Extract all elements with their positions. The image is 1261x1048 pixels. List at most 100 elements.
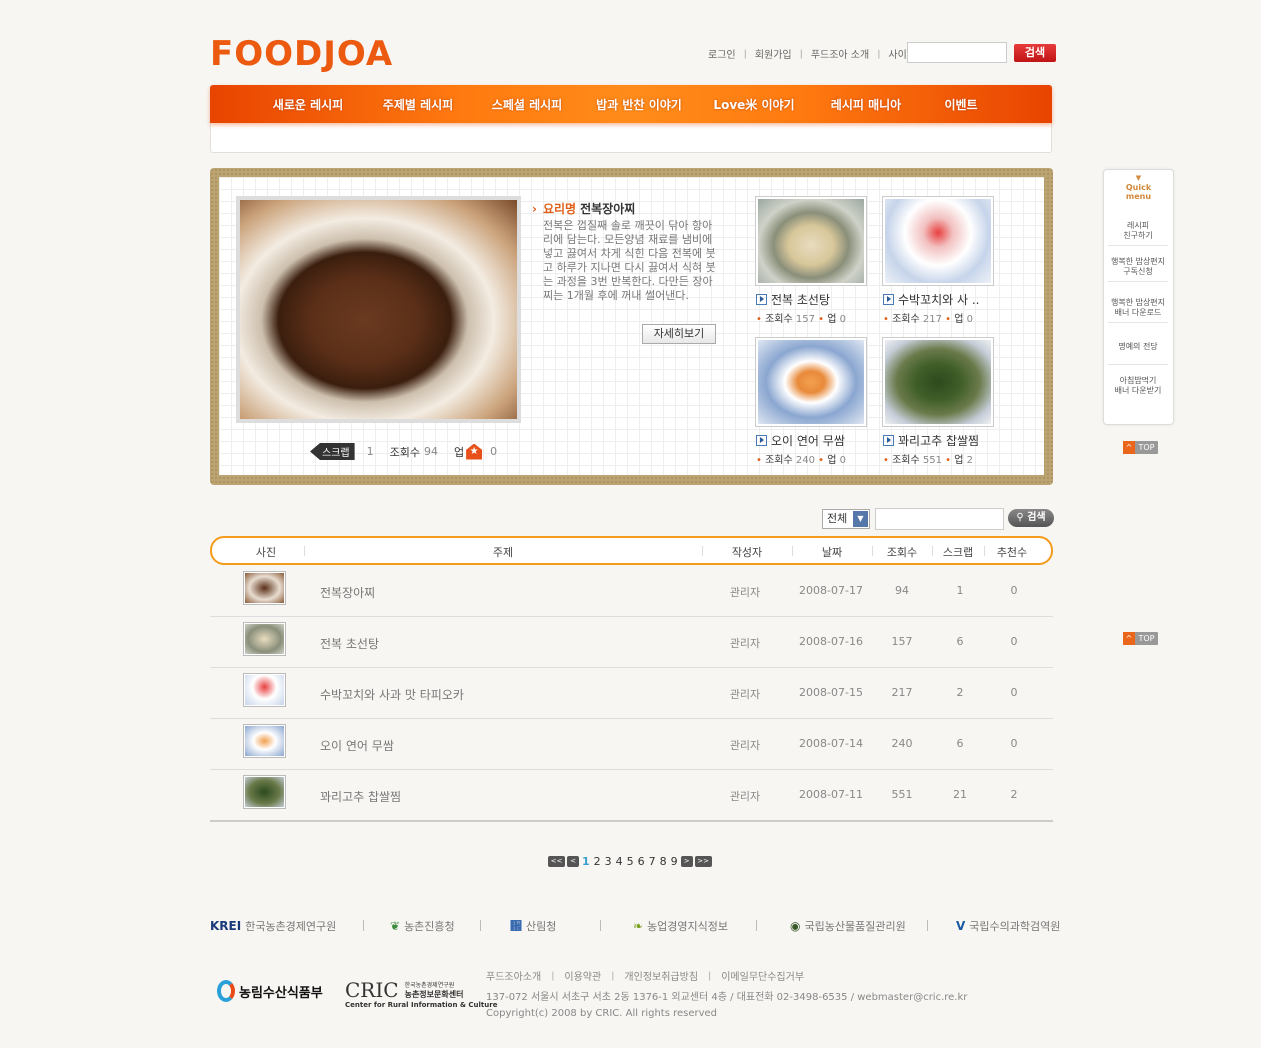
nav-item-event[interactable]: 이벤트 xyxy=(936,96,986,113)
thumb-title[interactable]: 전복 초선탕 xyxy=(756,291,830,308)
thumb-photo[interactable] xyxy=(882,337,994,427)
row-recommend: 2 xyxy=(1010,788,1018,801)
page-link[interactable]: 1 xyxy=(581,855,591,868)
thumb-photo[interactable] xyxy=(755,337,867,427)
row-views: 240 xyxy=(891,737,913,750)
category-select[interactable]: 전체 ▼ xyxy=(822,509,870,529)
prev-page-icon[interactable]: < xyxy=(567,856,579,867)
mountain-icon: ᨜ xyxy=(510,919,522,933)
list-search-button[interactable]: ⚲ 검색 xyxy=(1008,509,1054,527)
page-link[interactable]: 7 xyxy=(648,855,657,868)
header-search-input[interactable] xyxy=(907,42,1007,63)
table-row[interactable]: 수박꼬치와 사과 맛 타피오카 관리자 2008-07-15 217 2 0 xyxy=(210,668,1053,719)
row-thumbnail[interactable] xyxy=(243,724,286,758)
about-link[interactable]: 푸드조아 소개 xyxy=(811,46,869,61)
row-views: 217 xyxy=(891,686,913,699)
table-row[interactable]: 꽈리고추 찹쌀찜 관리자 2008-07-11 551 21 2 xyxy=(210,770,1053,821)
partner-agrinet[interactable]: ❧ 농업경영지식정보 xyxy=(633,918,728,934)
row-recommend: 0 xyxy=(1010,635,1018,648)
thumb-title[interactable]: 오이 연어 무쌈 xyxy=(756,432,845,449)
footer-link-privacy[interactable]: 개인정보취급방침 xyxy=(624,968,698,983)
row-scrap: 21 xyxy=(953,788,967,801)
thumb-stats: • 조회수 217 • 업 0 xyxy=(883,314,973,325)
cric-logo: CRIC 한국농촌경제연구원 농촌정보문화센터 Center for Rural … xyxy=(345,978,498,1009)
row-subject[interactable]: 수박꼬치와 사과 맛 타피오카 xyxy=(320,686,464,703)
row-subject[interactable]: 전복장아찌 xyxy=(320,584,375,601)
partner-forest[interactable]: ᨜ 산림청 xyxy=(510,918,556,934)
partner-krei[interactable]: KREI 한국농촌경제연구원 xyxy=(210,918,336,934)
page-link[interactable]: 9 xyxy=(670,855,679,868)
top-button[interactable]: ^ TOP xyxy=(1123,632,1158,645)
page-link[interactable]: 5 xyxy=(626,855,635,868)
row-subject[interactable]: 꽈리고추 찹쌀찜 xyxy=(320,788,401,805)
footer-link-terms[interactable]: 이용약관 xyxy=(564,968,601,983)
page-link[interactable]: 8 xyxy=(659,855,668,868)
first-page-icon[interactable]: << xyxy=(548,856,565,867)
detail-button[interactable]: 자세히보기 xyxy=(642,324,716,344)
row-recommend: 0 xyxy=(1010,686,1018,699)
footer-link-email[interactable]: 이메일무단수집거부 xyxy=(721,968,804,983)
row-thumbnail[interactable] xyxy=(243,775,286,809)
page-link[interactable]: 4 xyxy=(615,855,624,868)
play-arrow-icon xyxy=(883,294,894,305)
thumb-photo[interactable] xyxy=(882,196,994,286)
quick-item-breakfast[interactable]: 아침밥먹기 배너 다운받기 xyxy=(1108,376,1168,400)
thumb-photo[interactable] xyxy=(755,196,867,286)
row-date: 2008-07-15 xyxy=(799,686,863,699)
row-author: 관리자 xyxy=(729,637,761,650)
thumb-title[interactable]: 수박꼬치와 사 .. xyxy=(883,291,980,308)
row-author: 관리자 xyxy=(729,790,761,803)
table-row[interactable]: 전복장아찌 관리자 2008-07-17 94 1 0 xyxy=(210,566,1053,617)
table-row[interactable]: 전복 초선탕 관리자 2008-07-16 157 6 0 xyxy=(210,617,1053,668)
next-page-icon[interactable]: > xyxy=(680,856,693,867)
row-scrap: 6 xyxy=(956,635,964,648)
site-logo[interactable]: FOODJOA xyxy=(210,34,393,74)
row-date: 2008-07-14 xyxy=(799,737,863,750)
nav-item-rice-side[interactable]: 밥과 반찬 이야기 xyxy=(593,96,685,113)
quick-item-subscribe[interactable]: 행복한 밥상편지 구독신청 xyxy=(1108,257,1168,282)
quick-item-hall-of-fame[interactable]: 명예의 전당 xyxy=(1108,342,1168,365)
partner-naqs[interactable]: ◉ 국립농산물품질관리원 xyxy=(790,918,906,934)
nav-item-special[interactable]: 스페셜 레시피 xyxy=(489,96,565,113)
scrap-button[interactable]: 스크랩 xyxy=(310,443,355,460)
play-arrow-icon xyxy=(883,435,894,446)
top-button[interactable]: ^ TOP xyxy=(1123,441,1158,454)
thumb-stats: • 조회수 551 • 업 2 xyxy=(883,455,973,466)
row-subject[interactable]: 전복 초선탕 xyxy=(320,635,379,652)
nav-item-new[interactable]: 새로운 레시피 xyxy=(270,96,346,113)
partner-rda[interactable]: ❦ 농촌진흥청 xyxy=(390,918,455,934)
row-views: 157 xyxy=(891,635,913,648)
nav-item-topic[interactable]: 주제별 레시피 xyxy=(380,96,456,113)
header-search-button[interactable]: 검색 xyxy=(1014,44,1056,62)
signup-link[interactable]: 회원가입 xyxy=(755,46,792,61)
row-thumbnail[interactable] xyxy=(243,622,286,656)
row-thumbnail[interactable] xyxy=(243,673,286,707)
nav-item-love-rice[interactable]: Love米 이야기 xyxy=(711,96,797,113)
ministry-logo: 농림수산식품부 xyxy=(217,980,323,1002)
login-link[interactable]: 로그인 xyxy=(708,46,736,61)
quick-item-friend[interactable]: 레시피 친구하기 xyxy=(1108,221,1168,246)
row-scrap: 1 xyxy=(956,584,964,597)
row-subject[interactable]: 오이 연어 무쌈 xyxy=(320,737,394,754)
page-link[interactable]: 3 xyxy=(604,855,613,868)
footer-link-about[interactable]: 푸드조아소개 xyxy=(486,968,541,983)
col-author: 작성자 xyxy=(731,546,763,559)
featured-photo[interactable] xyxy=(236,196,521,423)
up-icon[interactable]: ★ xyxy=(466,443,483,460)
v-logo-icon: V xyxy=(956,919,966,933)
nav-item-mania[interactable]: 레시피 매니아 xyxy=(826,96,906,113)
row-thumbnail[interactable] xyxy=(243,571,286,605)
featured-title[interactable]: › 요리명 전복장아찌 xyxy=(532,200,635,217)
page-link[interactable]: 6 xyxy=(637,855,646,868)
list-search-input[interactable] xyxy=(875,508,1004,530)
circle-logo-icon: ◉ xyxy=(790,919,801,933)
table-row[interactable]: 오이 연어 무쌈 관리자 2008-07-14 240 6 0 xyxy=(210,719,1053,770)
table-header: 사진 주제 작성자 날짜 조회수 스크랩 추천수 xyxy=(210,536,1053,565)
thumb-title[interactable]: 꽈리고추 찹쌀찜 xyxy=(883,432,979,449)
row-scrap: 2 xyxy=(956,686,964,699)
partner-nvrqs[interactable]: V 국립수의과학검역원 xyxy=(956,918,1060,934)
quick-item-banner[interactable]: 행복한 밥상편지 배너 다운로드 xyxy=(1108,298,1168,323)
last-page-icon[interactable]: >> xyxy=(694,856,712,867)
quick-menu-title: ▼ Quick menu xyxy=(1103,174,1174,201)
page-link[interactable]: 2 xyxy=(593,855,602,868)
